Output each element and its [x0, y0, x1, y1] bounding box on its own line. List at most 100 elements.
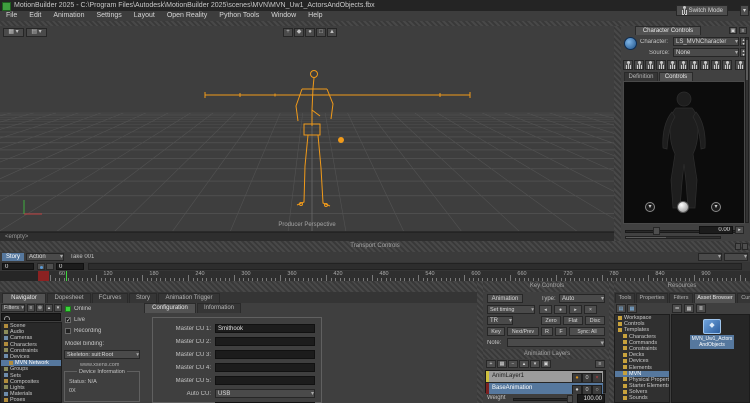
set-timing-dropdown[interactable]: ▾ Set timing — [487, 305, 535, 314]
character-settings-icon[interactable] — [735, 60, 745, 70]
menu-file[interactable]: File — [0, 12, 23, 19]
menu-edit[interactable]: Edit — [23, 12, 47, 19]
character-slider-handle[interactable] — [653, 227, 660, 235]
current-frame-field[interactable]: 0 — [2, 263, 34, 270]
r-button[interactable]: R — [541, 327, 553, 336]
left-foot-pin-button[interactable]: ▾ — [645, 202, 655, 212]
tab-information[interactable]: Information — [197, 303, 241, 313]
online-indicator[interactable] — [65, 306, 71, 312]
character-body-view[interactable]: ▾ ▾ — [623, 81, 745, 224]
model-binding-dropdown[interactable]: ▾ Skeleton: suit:Root — [64, 350, 140, 359]
field-input-1[interactable]: Smithook — [215, 324, 315, 333]
flat-button[interactable]: Flat — [563, 316, 583, 325]
weight-slider-track[interactable] — [513, 398, 571, 401]
viewport-panel-splitter[interactable] — [614, 26, 621, 241]
layer-solo-icon[interactable]: ○ — [592, 384, 602, 394]
field-dropdown-6[interactable]: ▾ USB — [215, 389, 315, 398]
timeline-ruler[interactable]: 60 120 180 240 300 360 420 480 540 600 660 720 780 84… — [0, 271, 750, 281]
tab-filters[interactable]: Filters — [669, 293, 693, 303]
layer-zero-icon[interactable]: 0 — [582, 384, 592, 394]
layer-row-animlayer1[interactable]: AnimLayer1 ● 0 × — [486, 371, 603, 382]
menu-layout[interactable]: Layout — [128, 12, 161, 19]
sync-dropdown[interactable]: ▾ — [698, 253, 722, 261]
right-foot-pin-button[interactable]: ▾ — [711, 202, 721, 212]
next-prev-button[interactable]: Next/Prev — [507, 327, 539, 336]
fps-dropdown[interactable]: ▾ — [724, 253, 748, 261]
tab-curves[interactable]: Curves — [737, 293, 750, 303]
small-icons-icon[interactable]: ≔ — [672, 304, 682, 313]
title-bar[interactable]: MotionBuilder 2025 - C:\Program Files\Au… — [0, 0, 750, 11]
body-part-icon[interactable] — [656, 60, 666, 70]
split-view-icon[interactable]: ▦ — [627, 304, 637, 313]
field-input-3[interactable] — [215, 350, 315, 359]
tab-asset-browser[interactable]: Asset Browser — [694, 293, 736, 303]
zero-button[interactable]: Zero — [541, 316, 561, 325]
merge-layers-icon[interactable]: ▣ — [541, 360, 551, 368]
tab-tools[interactable]: Tools — [615, 293, 635, 303]
layer-zero-icon[interactable]: 0 — [582, 372, 592, 382]
select-tool-icon[interactable]: + — [283, 28, 293, 37]
menu-window[interactable]: Window — [265, 12, 302, 19]
disc-button[interactable]: Disc — [585, 316, 605, 325]
next-key-icon[interactable]: ▸ — [569, 305, 582, 314]
ik-blend-icon[interactable] — [689, 60, 699, 70]
skeleton-character[interactable] — [0, 26, 614, 232]
menu-animation[interactable]: Animation — [47, 12, 90, 19]
asset-item[interactable]: ◆ MVN_Uw1_ActorsAndObjects — [690, 319, 734, 359]
translate-tool-icon[interactable]: ◆ — [294, 28, 304, 37]
loop-start-marker[interactable] — [38, 271, 49, 281]
tab-properties[interactable]: Properties — [636, 293, 668, 303]
duplicate-layer-icon[interactable]: ▦ — [497, 360, 507, 368]
viewer-3d[interactable]: ▦ ▾ ▤ ▾ + ◆ ● □ ▲ Producer Perspective — [0, 26, 614, 232]
link-view-icon[interactable]: ⊕ — [36, 304, 44, 312]
play-button[interactable] — [37, 263, 45, 270]
rotate-tool-icon[interactable]: ● — [305, 28, 315, 37]
menu-open-reality[interactable]: Open Reality — [161, 12, 213, 19]
delete-key-icon[interactable]: × — [584, 305, 597, 314]
transport-close-button[interactable] — [742, 243, 748, 250]
f-button[interactable]: F — [555, 327, 567, 336]
asset-items-pane[interactable]: ◆ MVN_Uw1_ActorsAndObjects — [671, 314, 750, 403]
action-dropdown[interactable]: ▾ Action — [26, 253, 64, 261]
tab-configuration[interactable]: Configuration — [144, 303, 196, 313]
tab-navigator[interactable]: Navigator — [2, 293, 46, 303]
slider-expand-button[interactable]: ▸ — [735, 226, 744, 234]
keying-group-dropdown[interactable]: ▾ TR — [487, 316, 513, 325]
tab-story[interactable]: Story — [129, 293, 157, 303]
character-panel-hscrollbar[interactable] — [625, 236, 721, 239]
tab-controls[interactable]: Controls — [659, 72, 693, 81]
animation-layers-title-bar[interactable]: Animation Layers — [483, 349, 611, 359]
tree-item[interactable]: Sounds — [615, 395, 669, 401]
character-panel-scrollbar[interactable] — [745, 37, 749, 223]
collapse-all-icon[interactable]: ▾ — [54, 304, 62, 312]
camera-tool-icon[interactable]: ▲ — [327, 28, 337, 37]
field-input-4[interactable] — [215, 363, 315, 372]
field-input-5[interactable] — [215, 376, 315, 385]
prev-key-icon[interactable]: ◂ — [539, 305, 552, 314]
layer-row-baseanimation[interactable]: BaseAnimation ● 0 ○ — [486, 383, 603, 394]
expand-all-icon[interactable]: ▴ — [45, 304, 53, 312]
keying-mode-icon[interactable] — [722, 60, 732, 70]
weight-slider-handle[interactable] — [567, 395, 573, 403]
filters-dropdown[interactable]: ▾ Filters — [1, 304, 25, 312]
view-mode-button[interactable]: ▦ ▾ — [3, 28, 24, 37]
tab-fcurves[interactable]: FCurves — [92, 293, 128, 303]
character-select[interactable]: ▾ LS_MVNCharacter — [673, 37, 739, 46]
sync-button[interactable]: Sync: All — [569, 327, 605, 336]
list-view-icon[interactable]: ≡ — [27, 304, 35, 312]
recording-checkbox[interactable] — [65, 328, 71, 334]
field-input-2[interactable] — [215, 337, 315, 346]
tab-dopesheet[interactable]: Dopesheet — [47, 293, 91, 303]
delete-layer-icon[interactable]: − — [508, 360, 518, 368]
tab-definition[interactable]: Definition — [624, 72, 658, 81]
layers-menu-icon[interactable]: ≡ — [595, 360, 605, 368]
live-checkbox[interactable]: ✓ — [65, 317, 71, 324]
story-track-strip[interactable]: <empty> — [0, 232, 614, 241]
tree-item[interactable]: Poses — [1, 397, 61, 402]
transport-title-bar[interactable]: Transport Controls — [0, 241, 750, 252]
tree-view-icon[interactable]: ▤ — [616, 304, 626, 313]
menu-settings[interactable]: Settings — [90, 12, 127, 19]
fk-blend-icon[interactable] — [700, 60, 710, 70]
display-mode-button[interactable]: ▤ ▾ — [26, 28, 47, 37]
stop-button[interactable] — [46, 263, 54, 270]
